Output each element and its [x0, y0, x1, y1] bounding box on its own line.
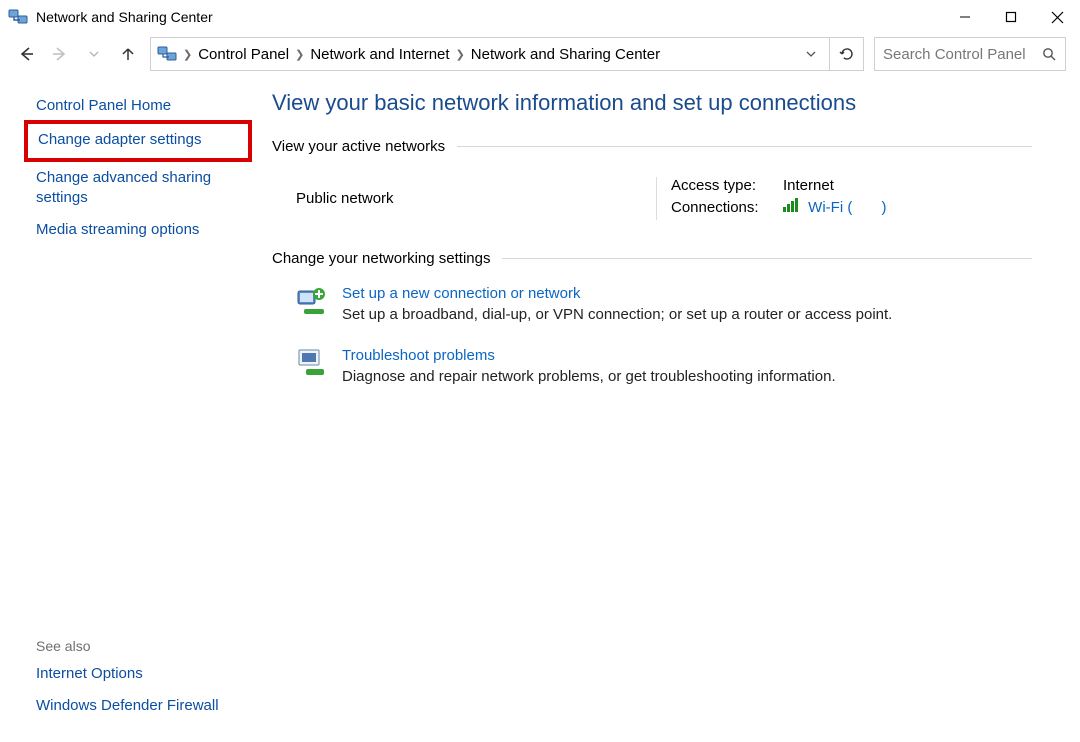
recent-dropdown[interactable]	[82, 42, 106, 66]
chevron-right-icon[interactable]: ❯	[183, 48, 192, 61]
refresh-button[interactable]	[830, 37, 864, 71]
forward-button[interactable]	[48, 42, 72, 66]
close-button[interactable]	[1034, 1, 1080, 33]
back-button[interactable]	[14, 42, 38, 66]
chevron-right-icon[interactable]: ❯	[456, 48, 465, 61]
connection-link[interactable]: Wi-Fi ( )	[808, 199, 886, 216]
sidebar-windows-defender-firewall[interactable]: Windows Defender Firewall	[36, 696, 240, 716]
sidebar: Control Panel Home Change adapter settin…	[0, 74, 260, 742]
divider	[502, 258, 1032, 259]
troubleshoot-link[interactable]: Troubleshoot problems	[342, 347, 836, 364]
change-settings-header: Change your networking settings	[272, 250, 1032, 267]
highlight-change-adapter: Change adapter settings	[24, 120, 252, 161]
sidebar-internet-options[interactable]: Internet Options	[36, 664, 240, 684]
active-networks-header: View your active networks	[272, 138, 1032, 155]
search-input[interactable]: Search Control Panel	[874, 37, 1066, 71]
search-placeholder: Search Control Panel	[883, 46, 1042, 63]
page-heading: View your basic network information and …	[272, 90, 1032, 116]
active-network-panel: Public network Access type: Internet Con…	[272, 165, 1032, 242]
network-type-label: Public network	[296, 190, 394, 207]
maximize-button[interactable]	[988, 1, 1034, 33]
see-also-heading: See also	[36, 638, 240, 654]
chevron-right-icon[interactable]: ❯	[295, 48, 304, 61]
access-type-value: Internet	[783, 177, 834, 194]
access-type-label: Access type:	[671, 177, 783, 194]
sidebar-change-adapter-settings[interactable]: Change adapter settings	[38, 130, 238, 150]
sidebar-change-advanced-sharing[interactable]: Change advanced sharing settings	[36, 168, 240, 209]
troubleshoot-icon	[296, 347, 328, 379]
address-dropdown[interactable]	[799, 48, 823, 60]
window-titlebar: Network and Sharing Center	[0, 0, 1080, 34]
main-content: View your basic network information and …	[260, 74, 1080, 742]
minimize-button[interactable]	[942, 1, 988, 33]
troubleshoot-item: Troubleshoot problems Diagnose and repai…	[272, 339, 1032, 401]
search-icon	[1042, 47, 1057, 62]
section-label: Change your networking settings	[272, 250, 490, 267]
network-center-icon	[8, 7, 28, 27]
toolbar: ❯ Control Panel ❯ Network and Internet ❯…	[0, 34, 1080, 74]
address-bar[interactable]: ❯ Control Panel ❯ Network and Internet ❯…	[150, 37, 830, 71]
divider	[457, 146, 1032, 147]
troubleshoot-desc: Diagnose and repair network problems, or…	[342, 368, 836, 385]
up-button[interactable]	[116, 42, 140, 66]
connections-label: Connections:	[671, 199, 783, 216]
window-title: Network and Sharing Center	[36, 9, 213, 25]
setup-new-connection-item: Set up a new connection or network Set u…	[272, 277, 1032, 339]
setup-new-connection-link[interactable]: Set up a new connection or network	[342, 285, 892, 302]
breadcrumb-network-internet[interactable]: Network and Internet	[310, 46, 449, 63]
setup-new-connection-desc: Set up a broadband, dial-up, or VPN conn…	[342, 306, 892, 323]
wifi-signal-icon	[783, 198, 798, 212]
sidebar-media-streaming[interactable]: Media streaming options	[36, 220, 240, 240]
new-connection-icon	[296, 285, 328, 317]
network-center-icon	[157, 45, 177, 63]
breadcrumb-network-sharing[interactable]: Network and Sharing Center	[471, 46, 660, 63]
sidebar-control-panel-home[interactable]: Control Panel Home	[36, 96, 240, 116]
breadcrumb-control-panel[interactable]: Control Panel	[198, 46, 289, 63]
section-label: View your active networks	[272, 138, 445, 155]
